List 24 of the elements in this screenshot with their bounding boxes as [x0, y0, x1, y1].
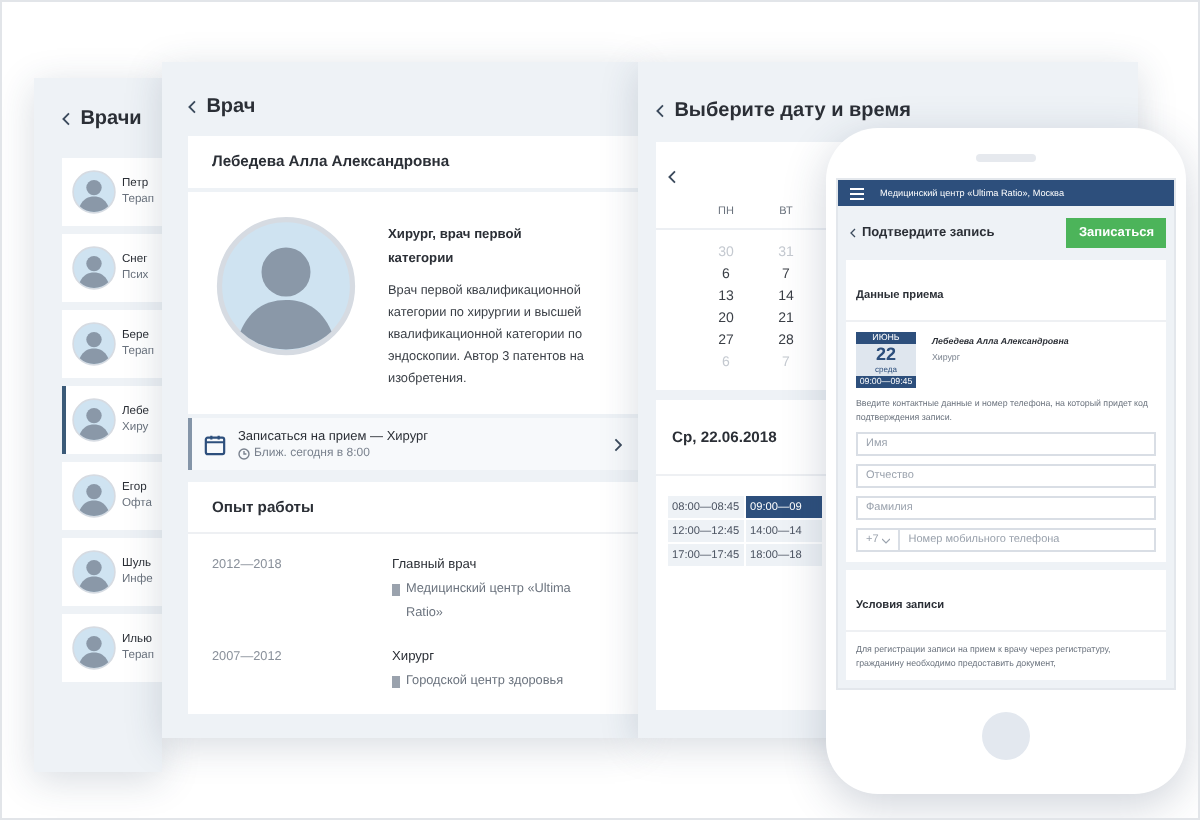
building-icon [392, 584, 400, 597]
panel-title: Врач [206, 96, 256, 119]
avatar [72, 170, 116, 214]
day-number: 22 [875, 344, 896, 364]
panel-title: Выберите дату и время [674, 99, 911, 121]
building-icon [392, 676, 400, 689]
chevron-left-icon[interactable] [668, 170, 677, 184]
avatar [72, 626, 116, 670]
avatar [72, 398, 116, 442]
chevron-left-icon[interactable] [62, 111, 71, 125]
clock-icon [238, 447, 250, 460]
chevron-left-icon[interactable] [656, 103, 665, 117]
avatar [72, 550, 116, 594]
chevron-left-icon[interactable] [850, 228, 856, 238]
avatar [216, 216, 356, 357]
chevron-left-icon[interactable] [188, 100, 197, 115]
calendar-icon [204, 433, 226, 456]
chevron-right-icon[interactable] [613, 437, 622, 452]
menu-icon[interactable] [850, 187, 864, 199]
avatar [72, 474, 116, 518]
panel-title: Врачи [80, 107, 142, 129]
caret-icon [882, 537, 891, 543]
avatar [72, 322, 116, 366]
avatar [72, 246, 116, 290]
